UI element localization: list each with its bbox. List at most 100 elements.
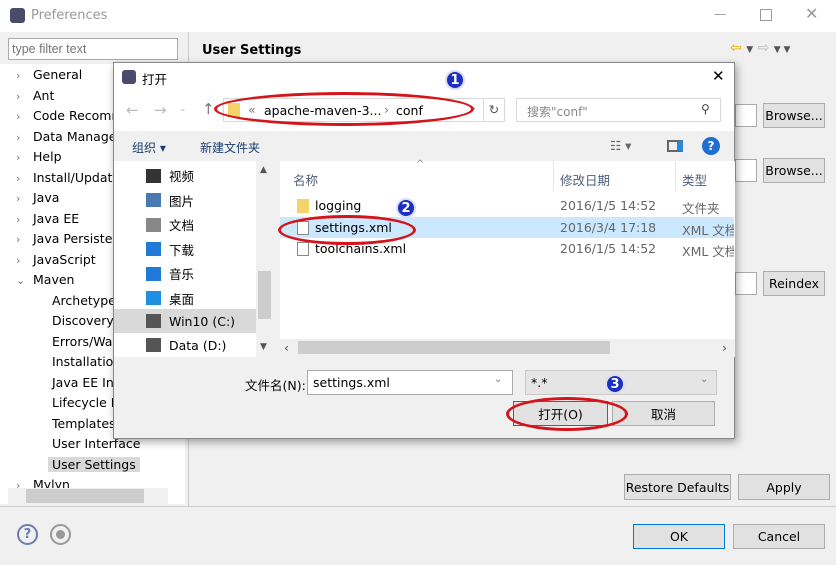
tree-item[interactable]: Install/Update [33,170,120,185]
search-placeholder: 搜索"conf" [527,105,588,119]
nav-item[interactable]: 音乐 [146,264,194,283]
column-header-type[interactable]: 类型 [682,170,707,189]
desktop-icon [146,291,161,305]
nav-item[interactable]: 图片 [146,191,194,210]
page-title: User Settings [202,43,302,58]
tree-item-maven-child[interactable]: Archetype [52,293,116,308]
tree-item-maven-child[interactable]: Java EE In [52,375,114,390]
tree-item-maven-child[interactable]: Installation [52,354,121,369]
eclipse-icon [122,70,136,84]
up-icon[interactable]: ↑ [202,100,215,118]
drive-c-icon [146,314,161,328]
ok-button[interactable]: OK [633,524,725,549]
eclipse-icon [10,8,25,23]
back-icon[interactable]: ← [126,101,139,119]
navigation-pane: 视频图片文档下载音乐桌面 Win10 (C:) Data (D:) ▲ ▼ [114,161,273,357]
chevron-down-icon[interactable]: ⌄ [16,274,25,287]
nav-item[interactable]: 文档 [146,215,194,234]
tree-item-maven-child[interactable]: Discovery [52,313,114,328]
reindex-button[interactable]: Reindex [763,271,825,296]
help-icon[interactable]: ? [702,137,720,155]
back-arrow-icon[interactable]: ⇦ ▼ ⇨ ▼ ▼ [730,40,790,56]
nav-scrollbar[interactable]: ▲ ▼ [256,161,273,357]
tree-item[interactable]: JavaScript [33,252,96,267]
forward-icon[interactable]: → [154,101,167,119]
chevron-right-icon[interactable]: › [16,90,20,103]
nav-item[interactable]: 下载 [146,240,194,259]
annotation-ellipse-1 [214,92,474,126]
tree-item[interactable]: Java Persister [33,231,118,246]
window-title: Preferences [31,8,108,23]
chevron-right-icon[interactable]: › [16,254,20,267]
global-settings-input[interactable] [735,159,757,182]
file-row[interactable]: logging 2016/1/5 14:52 文件夹 [280,195,734,216]
chevron-right-icon[interactable]: › [16,151,20,164]
local-repo-input[interactable] [735,272,757,295]
minimize-button[interactable]: — [714,6,727,21]
tree-item[interactable]: Code Recomm [33,108,124,123]
nav-item[interactable]: Data (D:) [146,338,226,353]
tree-item[interactable]: Data Manage [33,129,116,144]
column-header-date[interactable]: 修改日期 [560,170,610,189]
help-icon[interactable]: ? [17,524,38,545]
chevron-right-icon[interactable]: › [16,131,20,144]
chevron-down-icon: ⌄ [494,374,503,385]
maximize-button[interactable] [760,9,772,21]
nav-item[interactable]: 视频 [146,166,194,185]
recent-dropdown-icon[interactable]: ⌄ [179,104,187,114]
dialog-close-button[interactable]: ✕ [712,67,725,85]
browse-button-2[interactable]: Browse... [763,158,825,183]
downloads-icon [146,242,161,256]
chevron-right-icon[interactable]: › [16,110,20,123]
apply-button[interactable]: Apply [738,474,830,500]
organize-menu[interactable]: 组织 ▾ [132,139,166,156]
refresh-icon[interactable]: ↻ [483,98,505,122]
restore-defaults-button[interactable]: Restore Defaults [624,474,731,500]
search-input[interactable]: 搜索"conf" ⚲ [516,98,721,122]
tree-hscrollbar[interactable] [8,488,168,504]
tree-item-maven-child[interactable]: Lifecycle M [52,395,122,410]
chevron-right-icon[interactable]: › [16,213,20,226]
annotation-badge-3: 3 [605,374,625,394]
filename-input[interactable]: settings.xml ⌄ [307,370,513,395]
chevron-right-icon[interactable]: › [16,172,20,185]
tree-item[interactable]: General [33,67,82,82]
filename-label: 文件名(N): [245,378,306,393]
file-list: 名称 ^ 修改日期 类型 logging 2016/1/5 14:52 文件夹 set… [280,159,735,357]
annotation-badge-2: 2 [396,198,416,218]
dialog-title-bar: 打开 ✕ [114,63,734,93]
filetype-value: *.* [531,375,548,390]
chevron-right-icon[interactable]: › [16,69,20,82]
cancel-button[interactable]: Cancel [733,524,825,549]
close-button[interactable]: ✕ [805,4,818,23]
search-icon: ⚲ [701,102,710,116]
new-folder-button[interactable]: 新建文件夹 [200,139,260,156]
tree-item[interactable]: Help [33,149,62,164]
annotation-ellipse-3 [506,397,628,431]
pictures-icon [146,193,161,207]
file-hscrollbar[interactable]: ‹ › [280,339,735,357]
chevron-down-icon: ⌄ [700,374,709,385]
folder-icon [297,199,309,213]
browse-button-1[interactable]: Browse... [763,103,825,128]
nav-item[interactable]: 桌面 [146,289,194,308]
chevron-right-icon[interactable]: › [16,233,20,246]
music-icon [146,266,161,281]
column-header-name[interactable]: 名称 [293,170,318,189]
tree-item[interactable]: Java EE [33,211,79,226]
chevron-right-icon[interactable]: › [16,192,20,205]
settings-path-input[interactable] [735,104,757,127]
xml-file-icon [297,242,309,256]
view-options-icon[interactable]: ☷ ▾ [610,138,631,153]
video-icon [146,168,161,183]
filter-input[interactable] [8,38,178,60]
tree-item-maven-child[interactable]: User Settings [48,456,140,472]
tree-item[interactable]: Ant [33,88,54,103]
nav-item[interactable]: Win10 (C:) [114,309,256,333]
tree-item[interactable]: Java [33,190,59,205]
tree-item[interactable]: Maven [33,272,74,287]
tree-item-maven-child[interactable]: Templates [52,416,116,431]
preview-pane-icon[interactable] [667,140,683,152]
tree-item-maven-child[interactable]: Errors/Wa [52,334,112,349]
record-icon[interactable] [50,524,71,545]
